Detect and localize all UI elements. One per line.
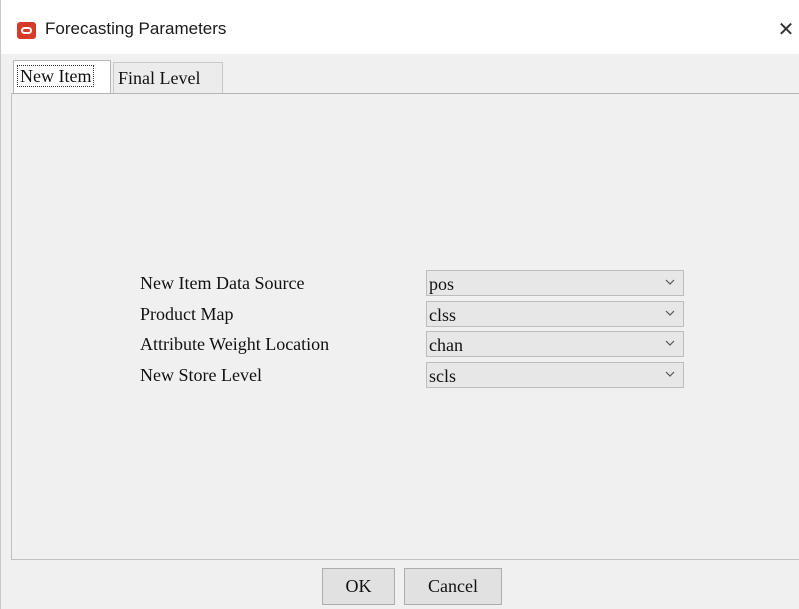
new-item-data-source-value: pos	[429, 274, 455, 294]
attribute-weight-location-label: Attribute Weight Location	[140, 334, 330, 354]
window-title: Forecasting Parameters	[45, 19, 227, 38]
cancel-button[interactable]: Cancel	[404, 568, 502, 605]
ok-button[interactable]: OK	[322, 568, 395, 605]
new-store-level-label: New Store Level	[140, 365, 262, 385]
chevron-down-icon	[665, 310, 675, 316]
tab-final-level[interactable]: Final Level	[113, 62, 223, 93]
close-icon[interactable]: ✕	[773, 14, 799, 44]
chevron-down-icon	[665, 279, 675, 285]
product-map-select[interactable]: clss	[426, 301, 684, 327]
product-map-label: Product Map	[140, 304, 234, 324]
tab-final-level-label: Final Level	[118, 68, 201, 88]
forecasting-parameters-dialog: Forecasting Parameters ✕ New Item Final …	[0, 0, 799, 609]
tab-strip: New Item Final Level	[1, 54, 799, 94]
new-item-data-source-label: New Item Data Source	[140, 273, 305, 293]
chevron-down-icon	[665, 371, 675, 377]
tab-new-item-label: New Item	[16, 65, 95, 87]
attribute-weight-location-select[interactable]: chan	[426, 331, 684, 357]
tab-new-item[interactable]: New Item	[13, 60, 111, 94]
product-map-value: clss	[429, 305, 456, 325]
oracle-logo-icon	[17, 22, 36, 39]
title-bar: Forecasting Parameters ✕	[1, 0, 799, 54]
new-item-data-source-select[interactable]: pos	[426, 270, 684, 296]
new-store-level-select[interactable]: scls	[426, 362, 684, 388]
new-store-level-value: scls	[429, 366, 456, 386]
attribute-weight-location-value: chan	[429, 335, 463, 355]
chevron-down-icon	[665, 340, 675, 346]
